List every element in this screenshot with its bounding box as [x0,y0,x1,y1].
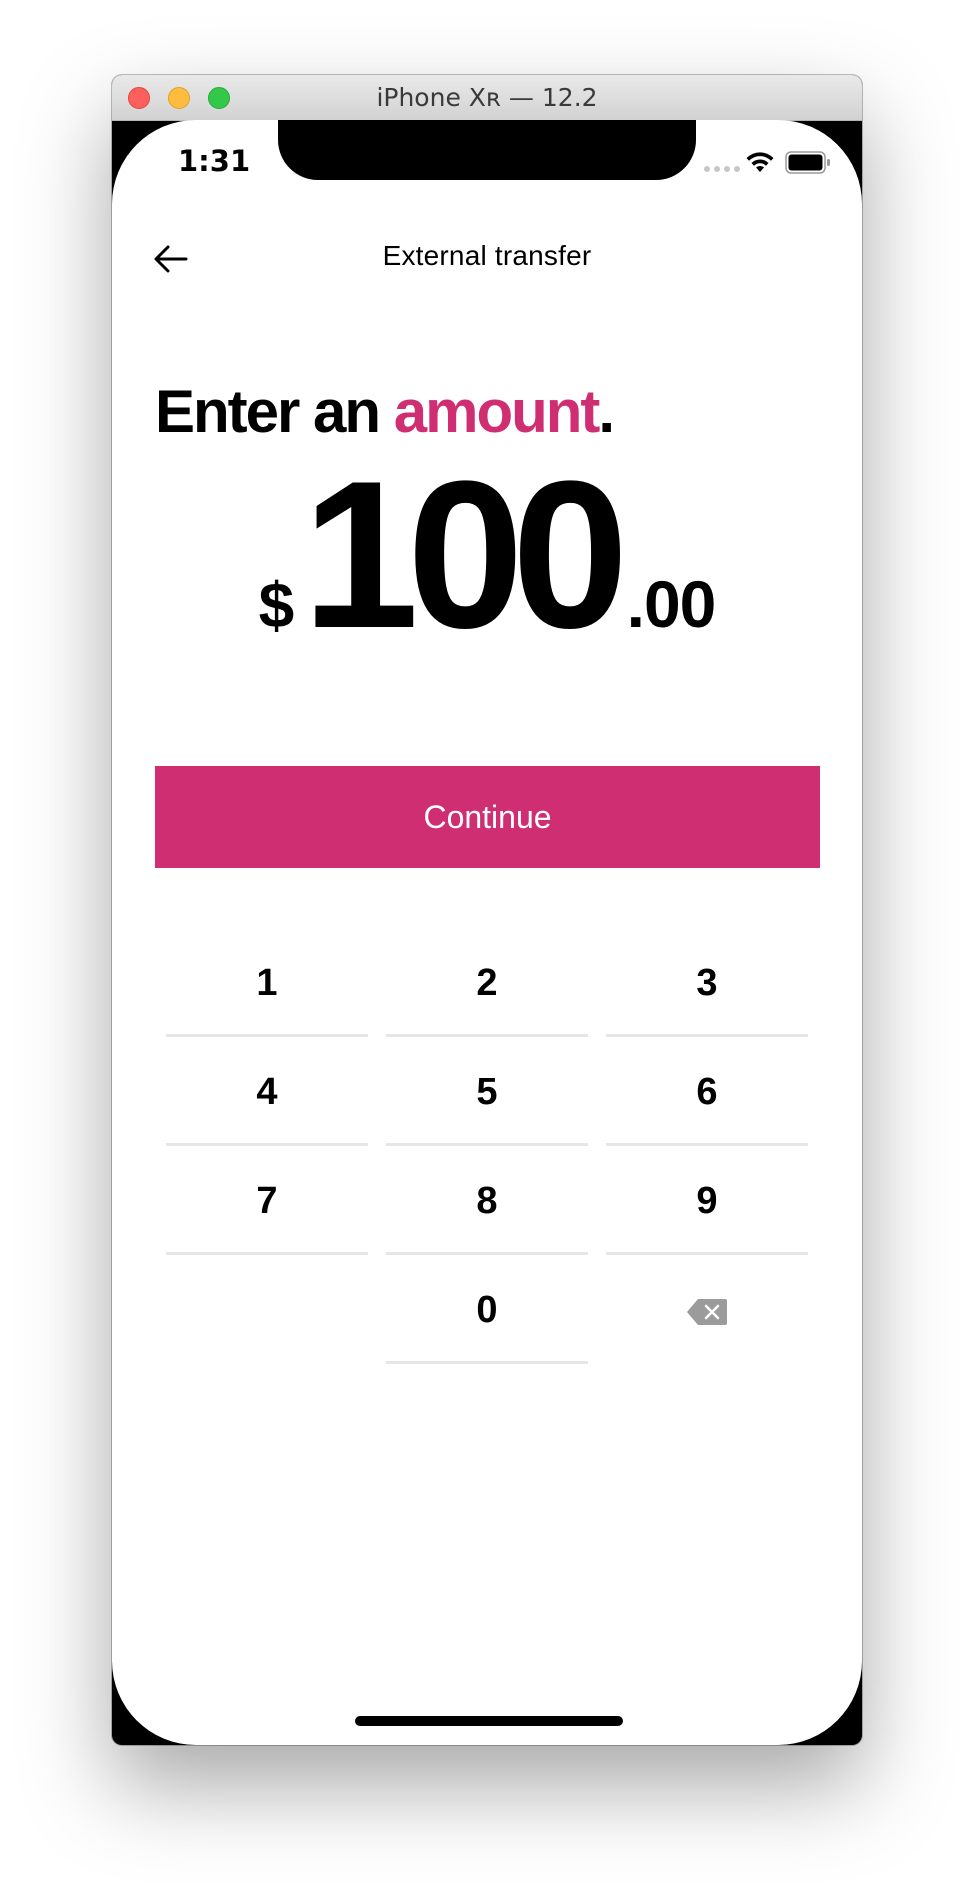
battery-icon [785,151,830,174]
key-label: 9 [696,1180,718,1222]
amount-heading: Enter an amount. [155,377,615,446]
keypad-key-3[interactable]: 3 [606,928,808,1037]
simulator-window: iPhone Xʀ — 12.2 1:31 External transfer … [112,75,862,1745]
keypad-key-8[interactable]: 8 [386,1146,588,1255]
key-label: 0 [476,1289,498,1331]
amount-dollars: 100 [302,437,628,672]
currency-symbol: $ [258,569,295,641]
cellular-signal-icon [704,166,740,172]
window-titlebar[interactable]: iPhone Xʀ — 12.2 [112,75,862,121]
key-label: 6 [696,1071,718,1113]
key-divider [386,1361,588,1364]
key-label: 3 [696,962,718,1004]
keypad-delete-key[interactable] [606,1255,808,1364]
key-label: 4 [256,1071,278,1113]
continue-button[interactable]: Continue [155,766,820,868]
keypad-key-6[interactable]: 6 [606,1037,808,1146]
wifi-icon [746,152,774,172]
keypad-key-1[interactable]: 1 [166,928,368,1037]
key-label: 8 [476,1180,498,1222]
home-indicator[interactable] [355,1716,623,1726]
keypad-key-5[interactable]: 5 [386,1037,588,1146]
key-label: 2 [476,962,498,1004]
key-label: 1 [256,962,278,1004]
window-title: iPhone Xʀ — 12.2 [376,83,598,112]
amount-display: $100.00 [112,450,862,670]
heading-prefix: Enter an [155,378,394,445]
backspace-icon [687,1299,727,1325]
keypad-key-7[interactable]: 7 [166,1146,368,1255]
device-notch [278,120,696,180]
keypad-key-2[interactable]: 2 [386,928,588,1037]
keypad-key-4[interactable]: 4 [166,1037,368,1146]
heading-suffix: . [598,378,615,445]
heading-accent-word: amount [393,378,601,445]
phone-screen: 1:31 External transfer Enter an amount. … [112,120,862,1745]
key-label: 7 [256,1180,278,1222]
keypad-key-0[interactable]: 0 [386,1255,588,1364]
page-title: External transfer [382,240,592,271]
key-label: 5 [476,1071,498,1113]
keypad-key-9[interactable]: 9 [606,1146,808,1255]
amount-cents: .00 [626,567,717,641]
key-divider [166,1252,368,1255]
desktop-background: iPhone Xʀ — 12.2 1:31 External transfer … [0,0,974,1892]
status-time: 1:31 [178,144,251,178]
